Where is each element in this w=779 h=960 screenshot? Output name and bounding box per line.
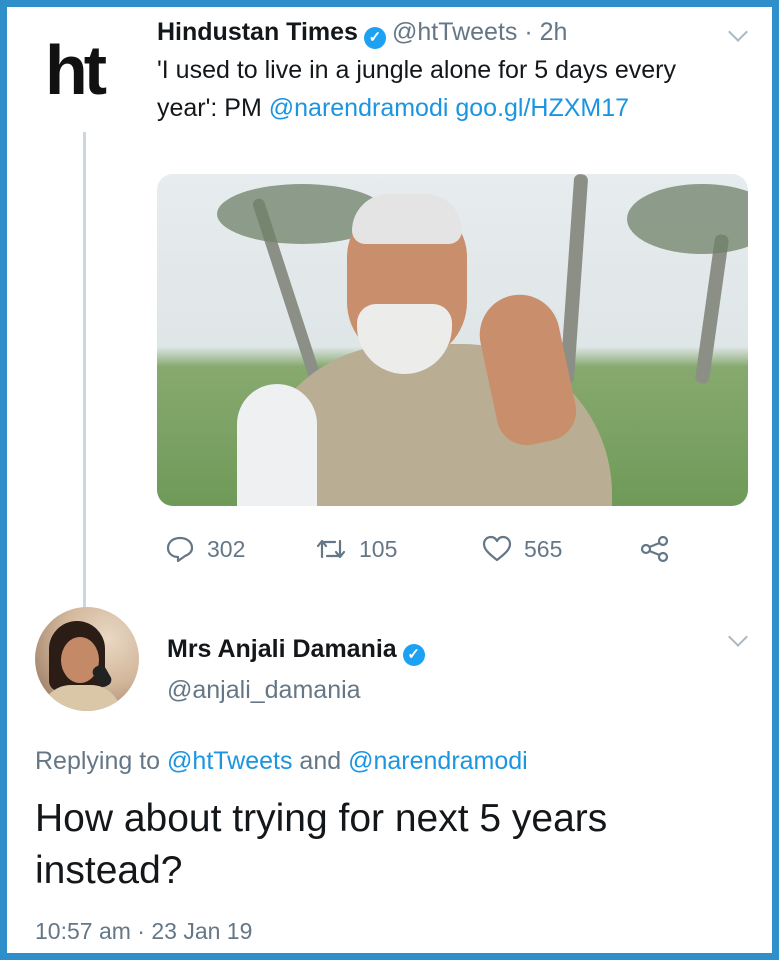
tweet-header: Hindustan Times ✓ @htTweets · 2h — [157, 17, 567, 49]
mention-link[interactable]: @narendramodi — [269, 94, 449, 122]
replying-to-mention-modi[interactable]: @narendramodi — [348, 747, 528, 775]
person-sleeve — [237, 384, 317, 506]
retweet-icon — [316, 539, 346, 559]
replying-to-mention-ht[interactable]: @htTweets — [167, 747, 292, 775]
author-name[interactable]: Hindustan Times — [157, 18, 358, 46]
palm-tree-trunk — [694, 233, 730, 385]
timestamp-separator: · — [137, 918, 145, 944]
tweet-age[interactable]: 2h — [540, 18, 568, 46]
like-count: 565 — [524, 536, 563, 562]
header-separator: · — [524, 18, 533, 46]
tweet-photo[interactable] — [157, 174, 748, 506]
reply-count: 302 — [207, 536, 246, 562]
tweet-card: ht Hindustan Times ✓ @htTweets · 2h 'I use… — [7, 7, 772, 953]
chevron-down-icon[interactable] — [728, 22, 748, 42]
palm-tree-fronds — [627, 184, 748, 254]
like-action[interactable]: 565 — [482, 534, 562, 564]
retweet-action[interactable]: 105 — [315, 534, 397, 564]
avatar[interactable] — [35, 607, 139, 711]
heart-icon — [482, 535, 512, 562]
retweet-count: 105 — [359, 536, 398, 562]
person-hair — [352, 194, 462, 244]
thread-connector-line — [83, 132, 86, 617]
reply-action[interactable]: 302 — [165, 534, 245, 564]
chevron-down-icon[interactable] — [728, 627, 748, 647]
reply-author-name[interactable]: Mrs Anjali Damania — [167, 635, 397, 663]
replying-to-line: Replying to @htTweets and @narendramodi — [35, 745, 528, 777]
share-action[interactable] — [639, 534, 683, 564]
share-icon — [640, 535, 669, 563]
reply-timestamp[interactable]: 10:57 am · 23 Jan 19 — [35, 917, 252, 945]
reply-author-name-row: Mrs Anjali Damania ✓ — [167, 634, 431, 666]
reply-text: How about trying for next 5 years instea… — [35, 797, 608, 892]
verified-badge-icon: ✓ — [363, 27, 386, 49]
reply-time: 10:57 am — [35, 918, 131, 944]
author-handle[interactable]: @htTweets — [392, 18, 517, 46]
reply-date: 23 Jan 19 — [151, 918, 253, 944]
replying-to-label: Replying to — [35, 747, 161, 775]
reply-bubble-icon — [166, 536, 194, 563]
verified-badge-icon: ✓ — [402, 644, 425, 666]
article-link[interactable]: goo.gl/HZXM17 — [455, 94, 629, 122]
tweet-text: 'I used to live in a jungle alone for 5 … — [157, 51, 697, 127]
ht-logo[interactable]: ht — [45, 35, 107, 105]
replying-to-conjunction: and — [299, 747, 342, 775]
reply-author-handle[interactable]: @anjali_damania — [167, 675, 361, 705]
